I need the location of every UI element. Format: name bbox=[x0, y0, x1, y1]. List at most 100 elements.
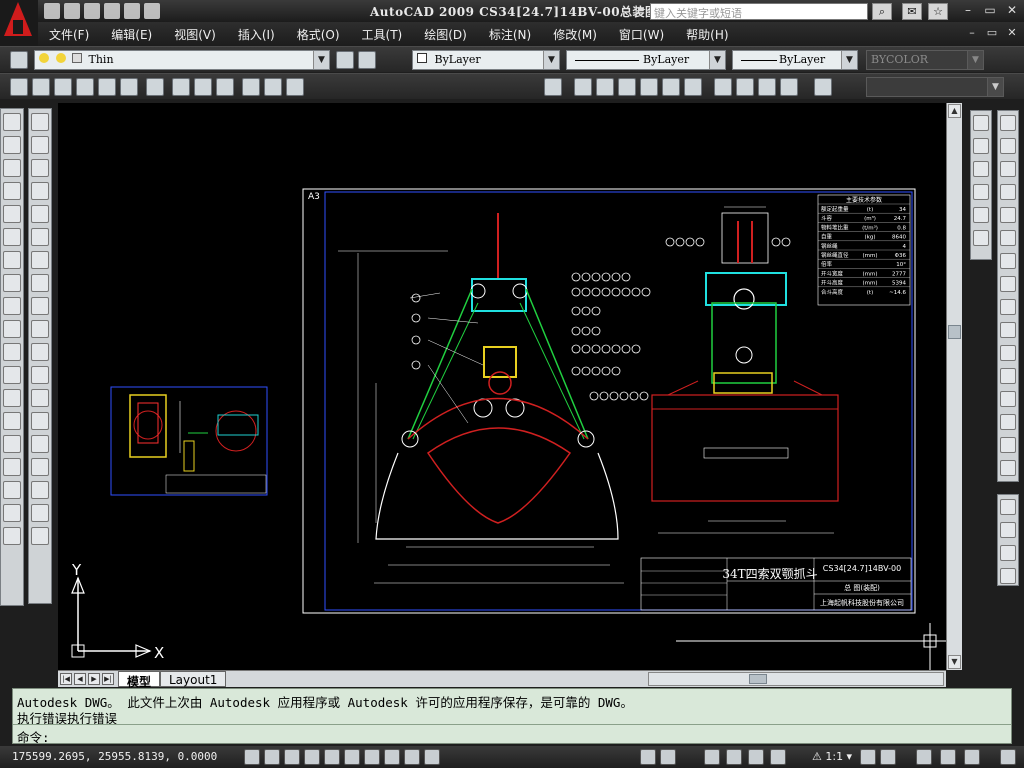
join-icon[interactable] bbox=[1000, 391, 1016, 407]
annotation-visibility-icon[interactable] bbox=[860, 749, 876, 765]
menu-window[interactable]: 窗口(W) bbox=[608, 26, 675, 43]
table-icon[interactable] bbox=[3, 504, 21, 522]
menu-format[interactable]: 格式(O) bbox=[286, 26, 351, 43]
doc-minimize-icon[interactable]: – bbox=[964, 26, 980, 40]
make-current-layer-icon[interactable] bbox=[336, 51, 354, 69]
view-bottom-icon[interactable] bbox=[596, 78, 614, 96]
region-icon[interactable] bbox=[3, 481, 21, 499]
break-icon[interactable] bbox=[1000, 368, 1016, 384]
zoom-icon[interactable] bbox=[726, 749, 742, 765]
chamfer-icon[interactable] bbox=[1000, 414, 1016, 430]
cylinder-icon[interactable] bbox=[98, 78, 116, 96]
angular-dim-icon[interactable] bbox=[31, 274, 49, 292]
menu-view[interactable]: 视图(V) bbox=[163, 26, 227, 43]
rotate-icon[interactable] bbox=[1000, 253, 1016, 269]
menu-draw[interactable]: 绘图(D) bbox=[413, 26, 478, 43]
scroll-up-icon[interactable]: ▲ bbox=[948, 104, 961, 118]
revcloud-icon[interactable] bbox=[3, 274, 21, 292]
send-back-icon[interactable] bbox=[1000, 522, 1016, 538]
layer-previous-icon[interactable] bbox=[358, 51, 376, 69]
print-icon[interactable] bbox=[104, 3, 120, 19]
vertical-scrollbar[interactable]: ▲ ▼ bbox=[946, 103, 962, 670]
scroll-down-icon[interactable]: ▼ bbox=[948, 655, 961, 669]
redo-icon[interactable] bbox=[144, 3, 160, 19]
menu-file[interactable]: 文件(F) bbox=[38, 26, 100, 43]
dyn-icon[interactable] bbox=[384, 749, 400, 765]
fillet-icon[interactable] bbox=[1000, 437, 1016, 453]
communication-center-icon[interactable]: ✉ bbox=[902, 3, 922, 20]
lineweight-dropdown[interactable]: ByLayer ▼ bbox=[732, 50, 858, 70]
pan-icon[interactable] bbox=[704, 749, 720, 765]
osnap-icon[interactable] bbox=[324, 749, 340, 765]
pyramid-icon[interactable] bbox=[146, 78, 164, 96]
construction-line-icon[interactable] bbox=[3, 136, 21, 154]
help-search-input[interactable]: 键入关键字或短语 bbox=[650, 3, 868, 20]
gradient-icon[interactable] bbox=[3, 458, 21, 476]
view-top-icon[interactable] bbox=[574, 78, 592, 96]
dim-edit-icon[interactable] bbox=[31, 504, 49, 522]
union-icon[interactable] bbox=[242, 78, 260, 96]
ellipse-arc-icon[interactable] bbox=[3, 343, 21, 361]
dim-text-edit-icon[interactable] bbox=[31, 527, 49, 545]
linetype-dropdown[interactable]: ByLayer ▼ bbox=[566, 50, 726, 70]
view-back-icon[interactable] bbox=[684, 78, 702, 96]
baseline-icon[interactable] bbox=[31, 320, 49, 338]
block-editor-icon[interactable] bbox=[973, 230, 989, 246]
polygon-icon[interactable] bbox=[3, 182, 21, 200]
move-icon[interactable] bbox=[1000, 230, 1016, 246]
menu-edit[interactable]: 编辑(E) bbox=[100, 26, 163, 43]
mirror-icon[interactable] bbox=[1000, 161, 1016, 177]
scale-icon[interactable] bbox=[1000, 276, 1016, 292]
snap-icon[interactable] bbox=[244, 749, 260, 765]
quick-dim-icon[interactable] bbox=[31, 297, 49, 315]
menu-help[interactable]: 帮助(H) bbox=[675, 26, 739, 43]
nw-iso-icon[interactable] bbox=[780, 78, 798, 96]
linear-dim-icon[interactable] bbox=[31, 113, 49, 131]
hscroll-thumb[interactable] bbox=[749, 674, 767, 684]
center-mark-icon[interactable] bbox=[31, 435, 49, 453]
toolbar-lock-icon[interactable] bbox=[940, 749, 956, 765]
line-icon[interactable] bbox=[3, 113, 21, 131]
lineweight-toggle-icon[interactable] bbox=[404, 749, 420, 765]
tab-model[interactable]: 模型 bbox=[118, 671, 161, 689]
edit-attribute-icon[interactable] bbox=[973, 207, 989, 223]
trim-icon[interactable] bbox=[1000, 322, 1016, 338]
dim-space-icon[interactable] bbox=[31, 366, 49, 384]
save-icon[interactable] bbox=[84, 3, 100, 19]
bring-above-icon[interactable] bbox=[1000, 545, 1016, 561]
doc-close-icon[interactable]: ✕ bbox=[1004, 26, 1020, 40]
insert-block-icon[interactable] bbox=[3, 366, 21, 384]
camera-icon[interactable] bbox=[814, 78, 832, 96]
ducs-icon[interactable] bbox=[364, 749, 380, 765]
menu-tools[interactable]: 工具(T) bbox=[351, 26, 414, 43]
tolerance-icon[interactable] bbox=[31, 412, 49, 430]
continue-icon[interactable] bbox=[31, 343, 49, 361]
autocad-logo-icon[interactable] bbox=[0, 0, 38, 46]
close-icon[interactable]: ✕ bbox=[1002, 3, 1022, 19]
wedge-icon[interactable] bbox=[32, 78, 50, 96]
clean-screen-icon[interactable] bbox=[964, 749, 980, 765]
ellipse-icon[interactable] bbox=[3, 320, 21, 338]
extend-icon[interactable] bbox=[1000, 345, 1016, 361]
inspection-icon[interactable] bbox=[31, 458, 49, 476]
se-iso-icon[interactable] bbox=[736, 78, 754, 96]
subtract-icon[interactable] bbox=[264, 78, 282, 96]
aligned-dim-icon[interactable] bbox=[31, 136, 49, 154]
cone-icon[interactable] bbox=[54, 78, 72, 96]
stretch-icon[interactable] bbox=[1000, 299, 1016, 315]
qp-icon[interactable] bbox=[424, 749, 440, 765]
annotation-scale[interactable]: ⚠ 1:1 ▾ bbox=[812, 750, 852, 763]
undo-icon[interactable] bbox=[124, 3, 140, 19]
ne-iso-icon[interactable] bbox=[758, 78, 776, 96]
drawing-canvas[interactable]: A3 主要技术参数 额定起重量 (t) 34 斗容 (m³) 24.7 物料堆比… bbox=[58, 103, 946, 670]
extrude-icon[interactable] bbox=[172, 78, 190, 96]
offset-icon[interactable] bbox=[1000, 184, 1016, 200]
arc-length-icon[interactable] bbox=[31, 159, 49, 177]
arc-icon[interactable] bbox=[3, 228, 21, 246]
title-arrow-icon[interactable]: ► bbox=[638, 4, 646, 15]
model-space-icon[interactable] bbox=[640, 749, 656, 765]
bring-front-icon[interactable] bbox=[1000, 499, 1016, 515]
showmotion-icon[interactable] bbox=[770, 749, 786, 765]
sweep-icon[interactable] bbox=[216, 78, 234, 96]
otrack-icon[interactable] bbox=[344, 749, 360, 765]
